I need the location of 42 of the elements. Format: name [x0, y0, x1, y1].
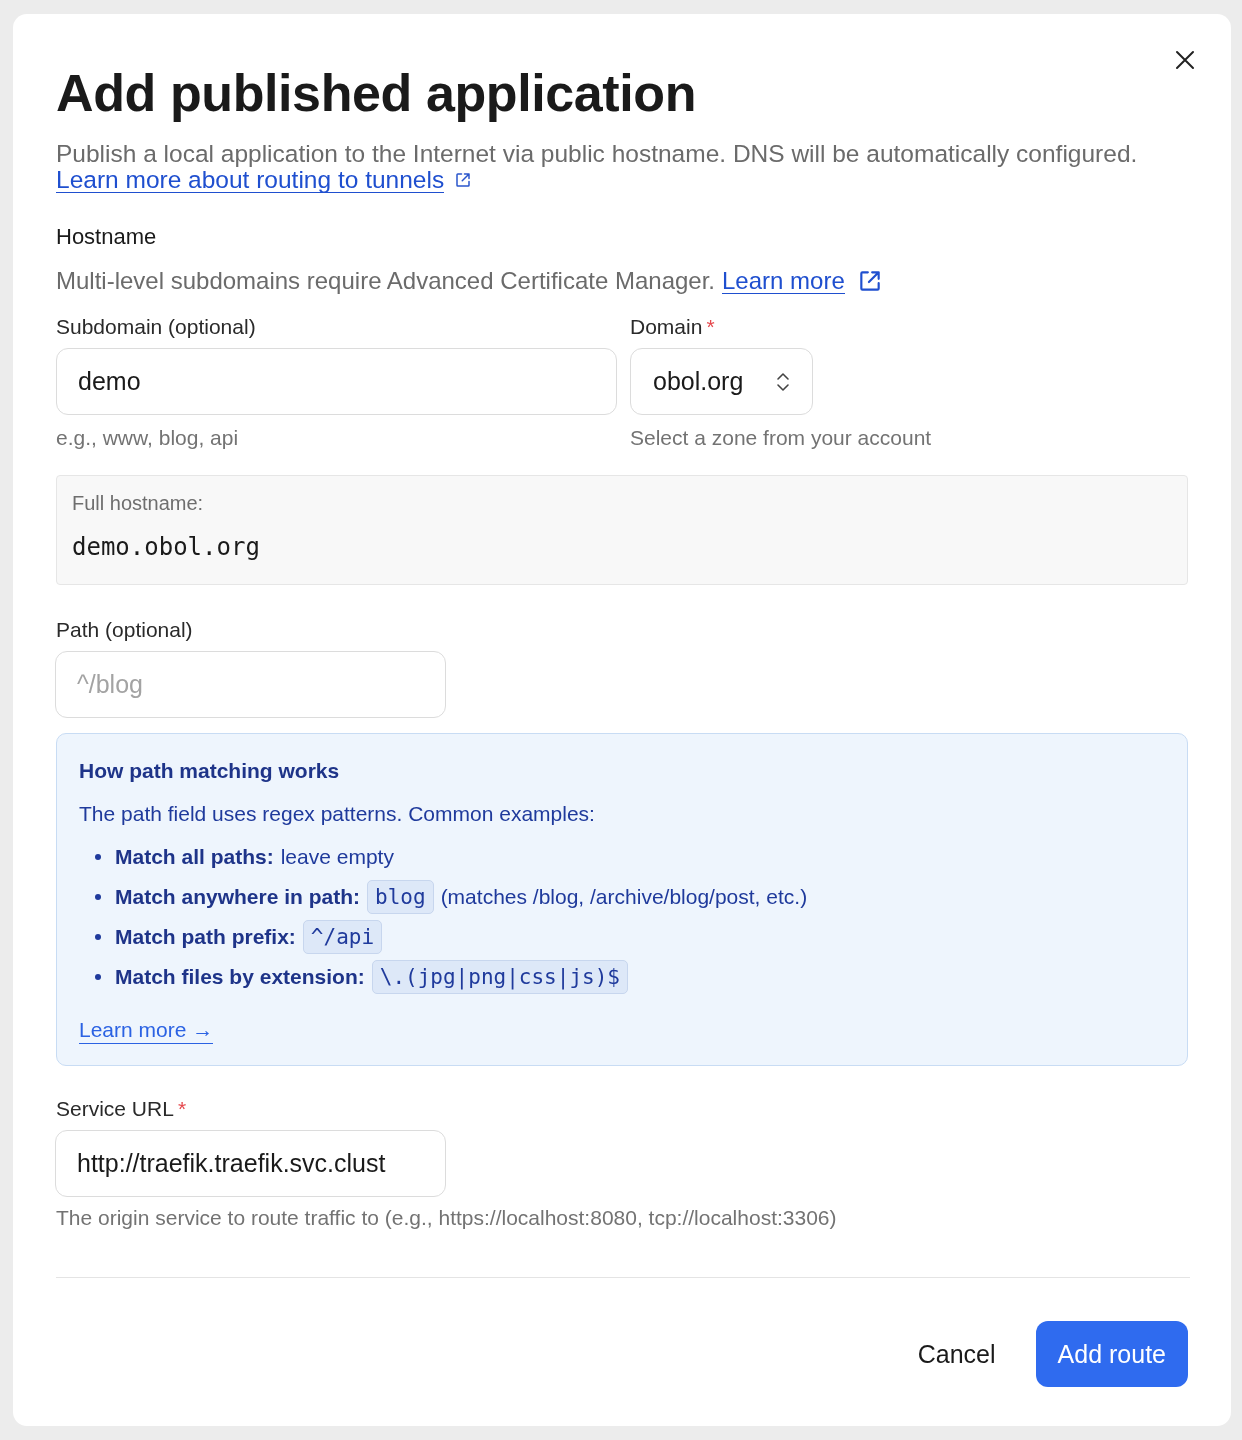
example-label: Match all paths: — [115, 845, 274, 869]
docs-link[interactable]: Learn more about routing to tunnels — [56, 167, 445, 193]
example-label: Match path prefix: — [115, 925, 296, 949]
hint-text: e.g., www, blog, api — [56, 426, 239, 450]
code-snippet: \.(jpg|png|css|js)$ — [371, 960, 628, 994]
learn-more-link[interactable]: Learn more → — [79, 1017, 214, 1044]
learn-more-link[interactable]: Learn more — [722, 268, 845, 294]
code-snippet: ^/api — [302, 920, 383, 954]
hint-text: Select a zone from your account — [630, 426, 932, 450]
input-field[interactable]: http://traefik.traefik.svc.clust — [55, 1130, 446, 1197]
input-field[interactable]: demo — [56, 348, 617, 415]
bullet-icon — [95, 934, 101, 940]
code-snippet: blog — [367, 880, 434, 914]
cancel-button[interactable]: Cancel — [895, 1321, 1018, 1387]
help-text: Multi-level subdomains require Advanced Certificate Manager. — [56, 267, 715, 295]
dialog-description: Publish a local application to the Internet via public hostname. DNS will be automatically configured. — [56, 140, 1139, 167]
add-route-button[interactable]: Add route — [1035, 1321, 1188, 1387]
example-text: (matches /blog, /archive/blog/post, etc.) — [440, 885, 808, 909]
required-mark: * — [177, 1097, 187, 1121]
external-link-icon — [454, 171, 473, 189]
bullet-icon — [95, 854, 101, 860]
field-label: Service URL — [56, 1097, 174, 1121]
preview-label: Full hostname: — [72, 491, 205, 515]
info-text: The path field uses regex patterns. Common examples: — [79, 801, 596, 827]
required-mark: * — [706, 315, 715, 339]
domain-select[interactable]: obol.org — [630, 348, 813, 415]
hint-text: The origin service to route traffic to (e.g., https://localhost:8080, tcp://localhost:3306) — [56, 1206, 838, 1230]
input-field[interactable]: ^/blog — [55, 651, 446, 718]
example-label: Match files by extension: — [115, 965, 365, 989]
section-heading: Hostname — [56, 223, 158, 251]
info-title: How path matching works — [79, 758, 341, 784]
field-label: Domain — [630, 315, 703, 339]
field-label: Path (optional) — [56, 618, 193, 642]
close-icon — [1175, 50, 1195, 70]
bullet-icon — [95, 894, 101, 900]
hostname-value: demo.obol.org — [72, 532, 261, 562]
example-text: leave empty — [280, 845, 394, 869]
field-label: Subdomain (optional) — [56, 315, 256, 339]
bullet-icon — [95, 974, 101, 980]
close-button[interactable] — [1175, 50, 1195, 70]
example-label: Match anywhere in path: — [115, 885, 361, 909]
dialog-title: Add published application — [56, 63, 696, 124]
